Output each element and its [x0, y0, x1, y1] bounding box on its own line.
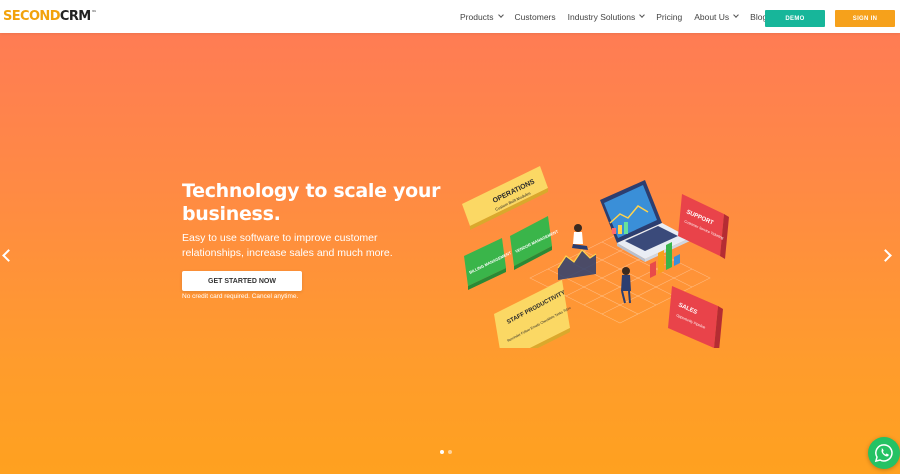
nav-label: About Us — [694, 11, 730, 22]
chevron-down-icon — [639, 12, 646, 18]
laptop — [600, 180, 690, 262]
chevron-down-icon — [733, 12, 740, 18]
person-standing — [621, 267, 631, 304]
crm-illustration: OPERATIONS Custom Built Modules BILLING … — [462, 166, 729, 348]
nav-label: Pricing — [656, 11, 683, 22]
chevron-down-icon — [497, 12, 504, 18]
chevron-right-icon[interactable] — [879, 249, 892, 262]
whatsapp-glyph — [874, 444, 893, 463]
person-sitting — [572, 224, 588, 250]
slider-dots — [440, 450, 452, 454]
get-started-button[interactable]: GET STARTED NOW — [182, 271, 302, 291]
nav-item-industry-solutions[interactable]: Industry Solutions — [567, 11, 646, 22]
hero-slider: Technology to scale your business. Easy … — [0, 33, 900, 474]
nav-label: Industry Solutions — [567, 11, 636, 22]
nav-label: Customers — [514, 11, 556, 22]
card-vendor-management: VENDOR MANAGEMENT — [510, 216, 559, 270]
logo-text-second: SECOND — [3, 9, 61, 24]
card-staff-productivity: STAFF PRODUCTIVITY Reminder Follow Email… — [494, 280, 572, 348]
hero-subtitle: Easy to use software to improve customer… — [182, 232, 393, 259]
main-nav: Products Customers Industry Solutions Pr… — [460, 0, 783, 33]
logo[interactable]: SECOND CRM ™ — [3, 9, 97, 24]
card-billing-management: BILLING MANAGEMENT — [464, 238, 512, 290]
nav-item-about-us[interactable]: About Us — [694, 11, 740, 22]
site-header: SECOND CRM ™ Products Customers Industry… — [0, 0, 900, 33]
logo-trademark: ™ — [91, 10, 97, 16]
hero-note: No credit card required. Cancel anytime. — [182, 293, 299, 300]
whatsapp-icon[interactable] — [868, 437, 900, 469]
nav-item-products[interactable]: Products — [460, 11, 504, 22]
demo-button[interactable]: DEMO — [765, 10, 825, 27]
card-operations: OPERATIONS Custom Built Modules — [462, 166, 548, 230]
nav-label: Products — [460, 11, 494, 22]
nav-item-customers[interactable]: Customers — [515, 12, 556, 22]
card-support: SUPPORT Customer Service Ticketing — [678, 194, 729, 259]
hero-title: Technology to scale your business. — [182, 180, 441, 225]
nav-item-pricing[interactable]: Pricing — [656, 12, 682, 22]
slider-dot[interactable] — [440, 450, 444, 454]
slider-dot[interactable] — [448, 450, 452, 454]
sign-in-button[interactable]: SIGN IN — [835, 10, 895, 27]
card-sales: SALES Opportunity Pipeline — [668, 286, 723, 348]
logo-text-crm: CRM — [59, 9, 91, 24]
chevron-left-icon[interactable] — [2, 249, 15, 262]
